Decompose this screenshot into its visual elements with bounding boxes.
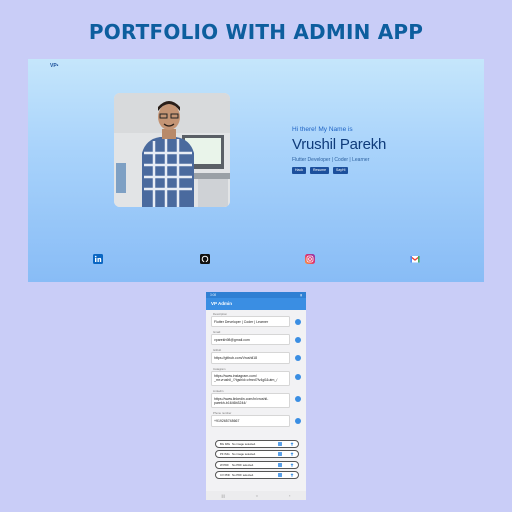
hero-button-row: Hack Resume SayHi [292,167,349,174]
hack-button[interactable]: Hack [292,167,306,174]
upload-status: No image selected. [232,452,256,457]
upload-arrow-icon[interactable] [290,452,294,457]
field-list: Description Flutter Developer | Coder | … [211,312,301,430]
upload-icon[interactable] [295,337,301,344]
page-title: PORTFOLIO WITH ADMIN APP [88,20,424,44]
file-icon[interactable] [278,473,282,478]
instagram-input[interactable]: https://www.instagram.com/ _mr.vrushil_/… [211,370,290,387]
github-input[interactable]: https://github.com/Vrushil18 [211,352,290,364]
profile-name: Vrushil Parekh [292,136,387,153]
description-input[interactable]: Flutter Developer | Coder | Learner [211,316,290,328]
upload-arrow-icon[interactable] [290,442,294,446]
description-field: Description Flutter Developer | Coder | … [211,312,301,328]
file-upload-list: BG IMG No image selected. PF IMG No imag… [215,440,299,482]
phone-number-input[interactable]: +919265748667 [211,415,290,427]
profile-role: Flutter Developer | Coder | Learner [292,157,370,163]
upload-status: No PDF selected. [232,473,254,478]
upload-row: BG IMG No image selected. [215,440,299,448]
site-logo[interactable]: VP• [50,63,58,69]
upload-row: PF IMG No image selected. [215,450,299,459]
upload-icon[interactable] [295,418,301,425]
phone-number-field: Phone number +919265748667 [211,411,301,427]
instagram-field: Instagram https://www.instagram.com/ _mr… [211,367,301,387]
profile-photo [114,93,230,207]
linkedin-field: Linkedin https://www.linkedin.com/in/vru… [211,389,301,409]
recents-icon[interactable]: ||| [222,493,225,498]
say-hi-button[interactable]: SayHi [333,167,349,174]
website-preview: VP• Hi there! My Name is Vrushil Parekh … [28,59,484,282]
upload-status: No image selected. [232,442,256,446]
upload-arrow-icon[interactable] [290,463,294,467]
upload-arrow-icon[interactable] [290,473,294,477]
gallery-icon[interactable] [278,452,282,457]
battery-icon: ▮ [300,293,302,297]
gallery-icon[interactable] [278,442,282,446]
admin-app-phone: 3:08 ▮ VP Admin Description Flutter Deve… [206,292,306,500]
gmail-field: Gmail vparekh98@gmail.com [211,330,301,346]
app-bar-title: VP Admin [206,298,306,310]
instagram-icon[interactable] [305,251,315,264]
upload-name: BG IMG [220,442,231,446]
linkedin-input[interactable]: https://www.linkedin.com/in/vrushil- par… [211,393,290,409]
linkedin-icon[interactable] [93,251,103,264]
upload-icon[interactable] [295,373,301,380]
file-icon[interactable] [278,462,282,467]
upload-icon[interactable] [295,355,301,362]
upload-name: PF IMG [220,452,230,457]
github-field: Github https://github.com/Vrushil18 [211,348,301,364]
resume-button[interactable]: Resume [309,167,330,174]
system-nav-bar: ||| ○ ‹ [206,491,306,500]
upload-row: W PDF No PDF selected. [215,460,299,469]
back-icon[interactable]: ‹ [289,493,290,498]
upload-status: No PDF selected. [232,462,254,467]
upload-icon[interactable] [295,396,301,403]
github-icon[interactable] [200,251,210,264]
home-icon[interactable]: ○ [256,493,258,498]
gmail-icon[interactable] [410,251,420,263]
upload-icon[interactable] [295,319,301,325]
greeting-text: Hi there! My Name is [292,126,353,133]
upload-row: CV PDF No PDF selected. [215,471,299,480]
gmail-input[interactable]: vparekh98@gmail.com [211,334,290,346]
upload-name: W PDF [220,462,230,467]
upload-name: CV PDF [220,473,231,478]
